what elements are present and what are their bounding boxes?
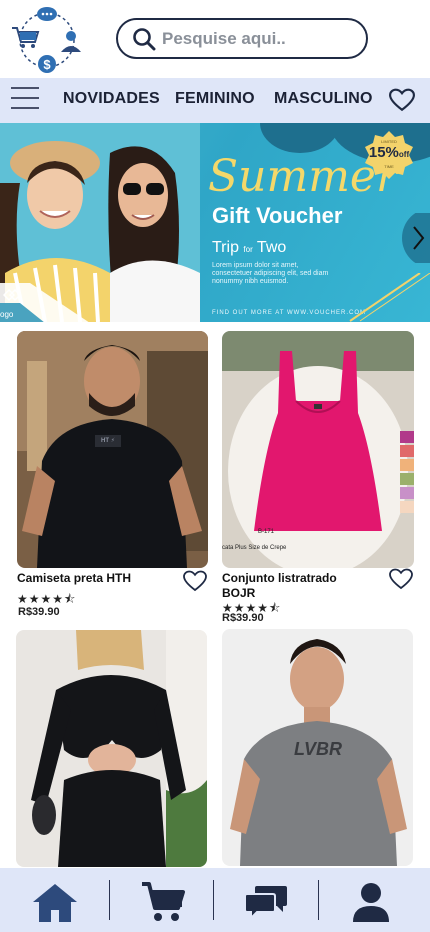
product-card[interactable]: HT ⚡ Camiseta preta HTH ★★★★⯪ R$39.90 <box>17 331 208 621</box>
banner-trip: Trip for Two <box>212 239 286 257</box>
badge-percent: 15%off <box>364 144 414 161</box>
search-bar[interactable] <box>116 18 368 59</box>
product-price: R$39.90 <box>18 606 60 618</box>
nav-divider <box>213 880 214 920</box>
badge-bottom: TIME <box>384 164 394 169</box>
product-name[interactable]: Camiseta preta HTH <box>17 571 182 586</box>
nav-item-masculino[interactable]: MASCULINO <box>274 90 373 108</box>
search-input[interactable] <box>162 28 352 49</box>
nav-item-novidades[interactable]: NOVIDADES <box>63 90 160 108</box>
banner-logo-text: ogo <box>0 310 14 319</box>
logo-icon[interactable]: $ <box>10 4 84 74</box>
heart-icon[interactable] <box>389 568 413 590</box>
tag-code: B-171 <box>258 529 275 535</box>
product-image[interactable] <box>17 331 208 568</box>
shirt-print: LVBR <box>294 739 343 759</box>
heart-icon[interactable] <box>389 88 415 112</box>
banner-body: Lorem ipsum dolor sit amet, consectetuer… <box>212 262 329 285</box>
shirt-print: HT ⚡ <box>101 438 115 444</box>
banner-logo-strip <box>0 283 89 322</box>
discount-badge: LIMITED 15%off TIME <box>364 130 414 180</box>
tag-text: cata Plus Size de Crepe <box>222 545 287 551</box>
product-image[interactable] <box>222 331 414 568</box>
app-header: $ <box>0 0 430 78</box>
product-card[interactable] <box>16 630 207 867</box>
menu-icon[interactable] <box>11 87 39 111</box>
banner-decoration <box>349 273 430 322</box>
badge-value: 15% <box>368 144 399 161</box>
badge-off: off <box>398 150 410 159</box>
category-nav: NOVIDADES FEMININO MASCULINO <box>0 78 430 123</box>
banner-subtitle: Gift Voucher <box>212 203 343 228</box>
trip-for: for <box>243 245 253 254</box>
product-card[interactable]: LVBR <box>222 629 413 866</box>
product-image[interactable] <box>16 630 207 867</box>
nav-divider <box>318 880 319 920</box>
search-icon[interactable] <box>132 27 156 51</box>
nav-divider <box>109 880 110 920</box>
product-price: R$39.90 <box>222 612 264 624</box>
cart-icon[interactable] <box>140 880 188 924</box>
trip-suffix: Two <box>256 239 287 256</box>
svg-text:$: $ <box>43 57 51 72</box>
promo-banner[interactable]: Summer Gift Voucher Trip for Two Lorem i… <box>0 123 430 322</box>
product-card[interactable]: B-171 cata Plus Size de Crepe Conjunto l… <box>222 331 414 626</box>
user-icon[interactable] <box>347 880 395 924</box>
home-icon[interactable] <box>31 880 79 924</box>
chevron-right-icon[interactable] <box>398 213 430 263</box>
bottom-nav <box>0 868 430 932</box>
nav-item-feminino[interactable]: FEMININO <box>175 90 255 108</box>
heart-icon[interactable] <box>183 570 207 592</box>
banner-decoration <box>260 123 340 153</box>
product-name[interactable]: Conjunto listratrado BOJR <box>222 571 372 601</box>
trip-prefix: Trip <box>212 239 239 256</box>
chat-icon[interactable] <box>243 880 291 924</box>
